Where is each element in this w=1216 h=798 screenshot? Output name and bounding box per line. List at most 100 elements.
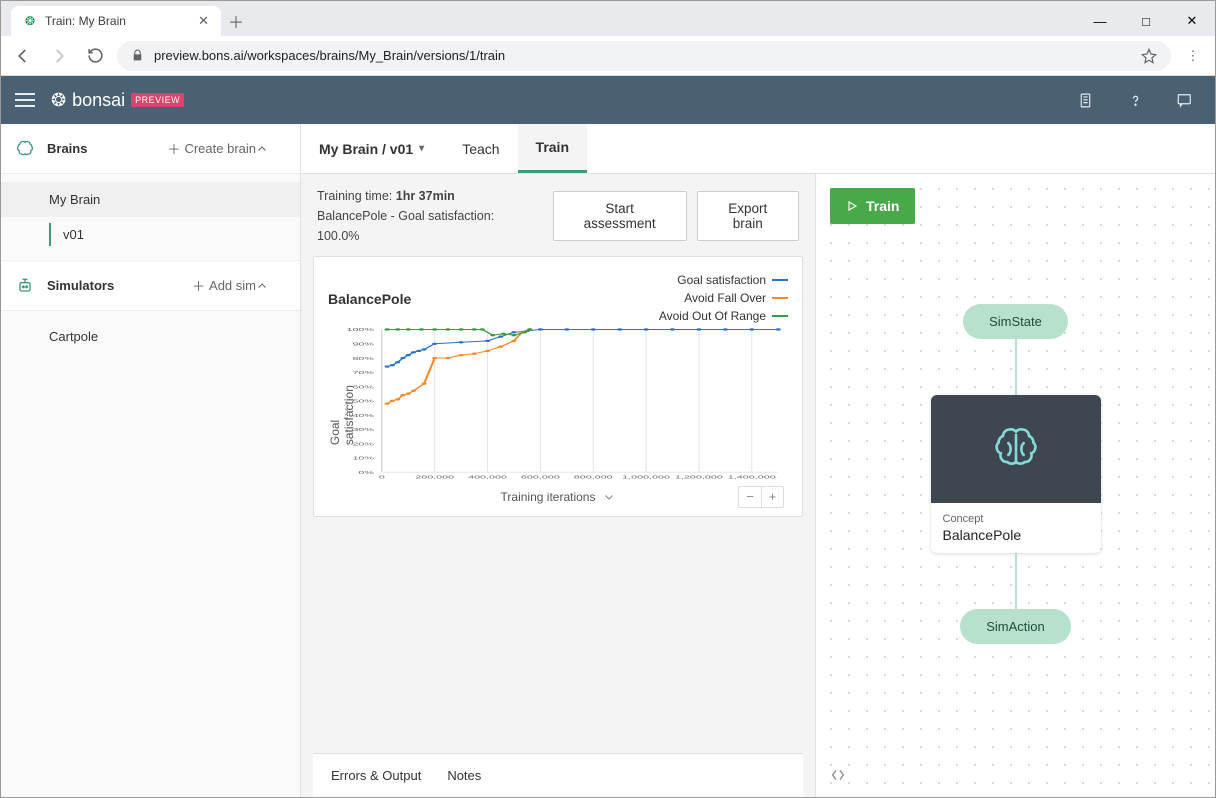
training-status: Training time: 1hr 37min BalancePole - G…: [317, 186, 543, 246]
concept-brain-icon: [931, 395, 1101, 503]
graph-node-simaction[interactable]: SimAction: [960, 609, 1071, 644]
chart-collapse-icon[interactable]: [342, 405, 352, 419]
goal-satisfaction-value: 100.0%: [317, 229, 359, 243]
svg-text:80%: 80%: [352, 355, 374, 361]
brand-text: bonsai: [72, 90, 125, 111]
sidebar-sims-header: Simulators ＋ Add sim: [1, 261, 300, 311]
browser-toolbar: preview.bons.ai/workspaces/brains/My_Bra…: [1, 36, 1215, 76]
reload-button[interactable]: [81, 42, 109, 70]
url-text: preview.bons.ai/workspaces/brains/My_Bra…: [154, 48, 505, 63]
training-chart: 0200,000400,000600,000800,0001,000,0001,…: [328, 325, 788, 486]
graph-edge: [1015, 339, 1017, 395]
zoom-out-button[interactable]: −: [739, 487, 761, 507]
brand-logo: ❂ bonsai PREVIEW: [51, 90, 184, 111]
preview-badge: PREVIEW: [131, 93, 184, 107]
sidebar-brains-header: Brains ＋ Create brain: [1, 124, 300, 174]
x-axis-label: Training iterations: [501, 490, 596, 504]
forward-button[interactable]: [45, 42, 73, 70]
main-area: My Brain / v01 ▾ Teach Train Training ti…: [301, 124, 1215, 797]
training-time-value: 1hr 37min: [396, 189, 455, 203]
sidebar-brain-item[interactable]: My Brain: [1, 182, 300, 217]
notes-tab[interactable]: Notes: [447, 768, 481, 783]
brand-icon: ❂: [51, 90, 66, 111]
new-tab-button[interactable]: ＋: [221, 6, 251, 36]
train-button-label: Train: [866, 198, 899, 214]
window-titlebar: ❂ Train: My Brain ✕ ＋ — □ ✕: [1, 1, 1215, 36]
legend-swatch-2: [772, 297, 788, 300]
brain-name-label: My Brain: [49, 192, 100, 207]
svg-text:1,400,000: 1,400,000: [728, 474, 776, 480]
feedback-icon[interactable]: [1175, 90, 1195, 110]
svg-text:600,000: 600,000: [521, 474, 560, 480]
sidebar-sim-item[interactable]: Cartpole: [1, 319, 300, 354]
legend-label-2: Avoid Fall Over: [684, 289, 766, 307]
expand-panel-icon[interactable]: [830, 767, 846, 783]
plus-icon: ＋: [192, 276, 205, 295]
svg-text:0%: 0%: [358, 469, 374, 475]
lock-icon: [131, 49, 144, 62]
collapse-brains-icon[interactable]: [256, 143, 286, 155]
svg-text:100%: 100%: [346, 327, 374, 333]
breadcrumb[interactable]: My Brain / v01 ▾: [319, 124, 444, 173]
concept-card[interactable]: Concept BalancePole: [931, 395, 1101, 553]
collapse-sims-icon[interactable]: [256, 280, 286, 292]
main-tabs: My Brain / v01 ▾ Teach Train: [301, 124, 1215, 174]
chevron-down-icon: ▾: [419, 143, 424, 154]
legend-label-3: Avoid Out Of Range: [659, 307, 766, 325]
sim-name-label: Cartpole: [49, 329, 98, 344]
concept-label: Concept: [943, 513, 1089, 525]
plus-icon: ＋: [167, 139, 180, 158]
legend-swatch-3: [772, 315, 788, 318]
zoom-in-button[interactable]: +: [761, 487, 783, 507]
add-sim-button[interactable]: ＋ Add sim: [192, 276, 256, 295]
start-assessment-button[interactable]: Start assessment: [553, 191, 687, 241]
legend-label-1: Goal satisfaction: [677, 271, 766, 289]
create-brain-label: Create brain: [184, 141, 256, 156]
sidebar-brain-version[interactable]: v01: [49, 223, 300, 246]
window-maximize-button[interactable]: □: [1123, 6, 1169, 36]
browser-tab[interactable]: ❂ Train: My Brain ✕: [11, 6, 221, 36]
add-sim-label: Add sim: [209, 278, 256, 293]
svg-text:0: 0: [379, 474, 385, 480]
back-button[interactable]: [9, 42, 37, 70]
favicon-icon: ❂: [23, 14, 37, 28]
chevron-down-icon[interactable]: [603, 491, 615, 503]
breadcrumb-text: My Brain / v01: [319, 141, 413, 157]
chart-title: BalancePole: [328, 291, 411, 325]
window-controls: — □ ✕: [1077, 6, 1215, 36]
svg-text:1,000,000: 1,000,000: [622, 474, 670, 480]
browser-menu-button[interactable]: ⋮: [1179, 48, 1207, 64]
robot-icon: [15, 276, 37, 296]
export-brain-button[interactable]: Export brain: [697, 191, 799, 241]
tab-teach[interactable]: Teach: [444, 124, 517, 173]
sidebar-sims-title: Simulators: [47, 278, 114, 293]
train-button[interactable]: Train: [830, 188, 915, 224]
goal-satisfaction-label: BalancePole - Goal satisfaction:: [317, 209, 494, 223]
sidebar-brains-title: Brains: [47, 141, 87, 156]
graph-node-simstate[interactable]: SimState: [963, 304, 1068, 339]
svg-text:800,000: 800,000: [574, 474, 613, 480]
chart-legend: Goal satisfaction Avoid Fall Over Avoid …: [659, 271, 788, 325]
browser-tab-title: Train: My Brain: [45, 14, 126, 28]
chart-card: BalancePole Goal satisfaction Avoid Fall…: [313, 256, 803, 517]
bookmark-star-icon[interactable]: [1141, 48, 1157, 64]
svg-text:90%: 90%: [352, 341, 374, 347]
window-close-button[interactable]: ✕: [1169, 6, 1215, 36]
address-bar[interactable]: preview.bons.ai/workspaces/brains/My_Bra…: [117, 41, 1171, 71]
create-brain-button[interactable]: ＋ Create brain: [167, 139, 256, 158]
app-topbar: ❂ bonsai PREVIEW: [1, 76, 1215, 124]
menu-toggle-button[interactable]: [15, 93, 39, 107]
legend-swatch-1: [772, 279, 788, 282]
clipboard-icon[interactable]: [1075, 90, 1095, 110]
help-icon[interactable]: [1125, 90, 1145, 110]
errors-output-tab[interactable]: Errors & Output: [331, 768, 421, 783]
graph-edge: [1015, 553, 1017, 609]
tab-train[interactable]: Train: [518, 124, 587, 173]
window-minimize-button[interactable]: —: [1077, 6, 1123, 36]
play-icon: [846, 200, 858, 212]
svg-text:400,000: 400,000: [468, 474, 507, 480]
tab-teach-label: Teach: [462, 141, 499, 157]
bottom-bar: Errors & Output Notes: [313, 753, 803, 797]
sidebar: Brains ＋ Create brain My Brain v01: [1, 124, 301, 797]
tab-close-icon[interactable]: ✕: [198, 13, 209, 29]
